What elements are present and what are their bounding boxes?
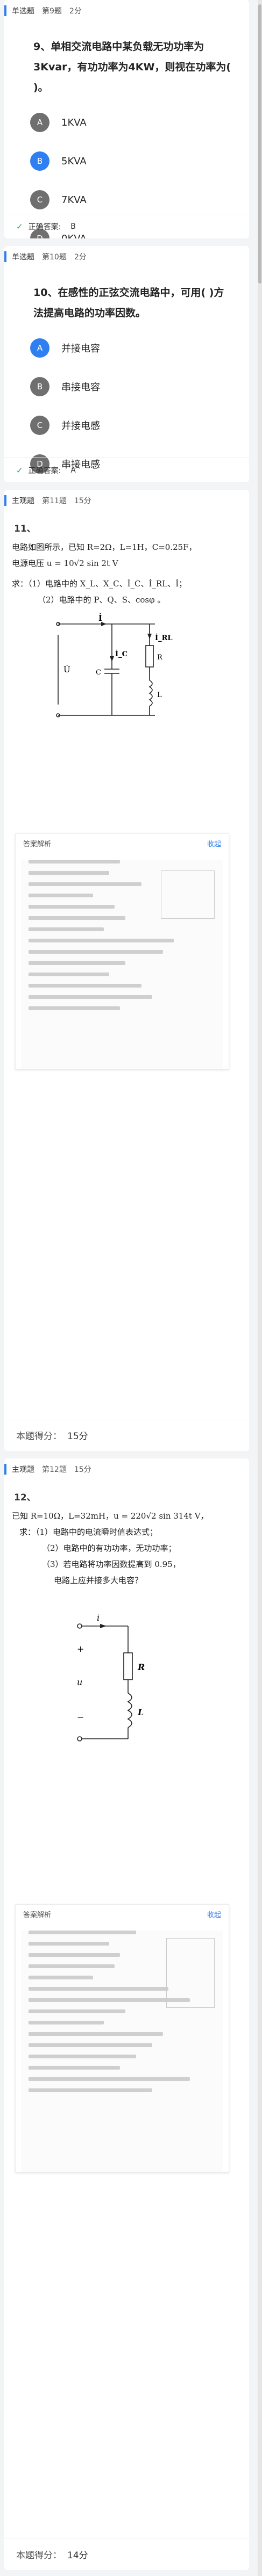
circuit-label-c: C: [96, 669, 101, 677]
question-card-12: 主观题 第12题 15分 12、 已知 R=10Ω，L=32mH，u = 220…: [4, 1458, 249, 2570]
option-c[interactable]: C 并接电感: [4, 406, 249, 445]
question-points: 15分: [74, 497, 91, 505]
source-voltage: 电源电压 u = 10√2 sin 2t V: [12, 558, 118, 568]
option-letter: A: [30, 113, 49, 132]
question-header: 主观题 第11题 15分: [4, 490, 249, 511]
option-text: 串接电容: [61, 382, 100, 393]
circuit-label-minus: −: [77, 1712, 84, 1722]
option-text: 1KVA: [61, 117, 87, 128]
circuit-label-ic: İ_C: [115, 650, 128, 658]
option-letter-selected: B: [30, 151, 49, 171]
circuit-label-l: L: [137, 1707, 144, 1717]
question-number: 第10题: [42, 253, 67, 262]
question-header: 单选题 第9题 2分: [4, 0, 249, 21]
task-2: （2）电路中的有功功率，无功功率；: [42, 1543, 176, 1553]
question-points: 2分: [69, 7, 82, 16]
analysis-header: 答案解析 收起: [16, 1905, 229, 1923]
circuit-label-i: İ: [98, 613, 102, 623]
question-type: 单选题: [12, 7, 34, 16]
scrollbar-thumb[interactable]: [258, 4, 261, 284]
circuit-label-i: i: [97, 1613, 100, 1623]
option-a[interactable]: A 并接电容: [4, 329, 249, 367]
question-type: 主观题: [12, 497, 34, 505]
answer-analysis-panel: 答案解析 收起: [15, 1904, 229, 2173]
correct-answer-label: 正确答案:: [28, 466, 61, 475]
question-points: 15分: [74, 1465, 91, 1474]
option-text: 7KVA: [61, 194, 87, 206]
analysis-mini-circuit: [166, 1938, 215, 2008]
circuit-label-irl: İ_RL: [155, 634, 173, 642]
collapse-link[interactable]: 收起: [207, 1909, 221, 1919]
option-text: 并接电容: [61, 343, 100, 354]
check-icon: ✓: [16, 465, 23, 475]
option-letter: C: [30, 416, 49, 435]
answer-analysis-panel: 答案解析 收起: [15, 833, 229, 1070]
circuit-label-r: R: [157, 654, 163, 662]
question-type: 主观题: [12, 1465, 34, 1474]
correct-answer-row: ✓ 正确答案: A: [4, 458, 249, 482]
question-number: 第11题: [42, 497, 67, 505]
option-a[interactable]: A 1KVA: [4, 103, 249, 142]
question-stem: 9、单相交流电路中某负载无功功率为3Kvar，有功功率为4KW，则视在功率为( …: [33, 41, 231, 93]
circuit-diagram: i + u − R L: [77, 1613, 145, 1741]
analysis-header: 答案解析 收起: [16, 834, 229, 852]
option-b[interactable]: B 5KVA: [4, 142, 249, 180]
option-letter: B: [30, 377, 49, 396]
score-label: 本题得分：: [16, 2550, 62, 2561]
option-b[interactable]: B 串接电容: [4, 367, 249, 406]
task-1: 求：（1）电路中的电流瞬时值表达式；: [19, 1527, 158, 1537]
question-number: 第12题: [42, 1465, 67, 1474]
question-card-10: 单选题 第10题 2分 10、在感性的正弦交流电路中，可用( )方法提高电路的功…: [4, 246, 249, 482]
question-header: 主观题 第12题 15分: [4, 1458, 249, 1480]
circuit-label-l: L: [157, 691, 162, 699]
score-label: 本题得分：: [16, 1431, 62, 1442]
task-3: （3）若电路将功率因数提高到 0.95，: [42, 1559, 181, 1569]
correct-answer-value: A: [70, 466, 76, 475]
analysis-title: 答案解析: [23, 1911, 52, 1919]
option-letter-selected: A: [30, 338, 49, 358]
task-1: 求：（1）电路中的 X_L、X_C、İ_C、İ_RL、İ；: [12, 579, 187, 589]
score-value: 15分: [67, 1431, 88, 1442]
analysis-solution-image: [21, 1931, 223, 2172]
score-row: 本题得分： 14分: [4, 2538, 249, 2570]
circuit-label-u: U̇: [63, 665, 70, 674]
question-header: 单选题 第10题 2分: [4, 246, 249, 267]
task-3-cont: 电路上应并接多大电容？: [54, 1576, 143, 1585]
question-card-9: 单选题 第9题 2分 9、单相交流电路中某负载无功功率为3Kvar，有功功率为4…: [4, 0, 249, 238]
given-values: 电路如图所示，已知 R=2Ω，L=1H，C=0.25F，: [12, 542, 197, 552]
correct-answer-row: ✓ 正确答案: B: [4, 214, 249, 238]
circuit-label-r: R: [137, 1662, 145, 1672]
score-row: 本题得分： 15分: [4, 1419, 249, 1451]
question-body: 电路如图所示，已知 R=2Ω，L=1H，C=0.25F， 电源电压 u = 10…: [12, 539, 243, 608]
analysis-title: 答案解析: [23, 840, 52, 848]
question-stem: 12、: [14, 1492, 36, 1503]
circuit-label-plus: +: [77, 1644, 84, 1654]
option-text: 并接电感: [61, 420, 100, 432]
question-body: 已知 R=10Ω，L=32mH，u = 220√2 sin 314t V， 求：…: [12, 1508, 243, 1588]
page-scrollbar[interactable]: [258, 0, 262, 2576]
question-type: 单选题: [12, 253, 34, 262]
collapse-link[interactable]: 收起: [207, 838, 221, 848]
circuit-diagram: İ U̇ İ_C İ_RL R L C: [56, 613, 173, 717]
question-card-11: 主观题 第11题 15分 11、 电路如图所示，已知 R=2Ω，L=1H，C=0…: [4, 490, 249, 1451]
circuit-label-u: u: [77, 1677, 82, 1687]
analysis-mini-circuit: [161, 870, 215, 919]
option-text: 5KVA: [61, 155, 87, 167]
check-icon: ✓: [16, 221, 23, 231]
analysis-solution-image: [21, 860, 223, 1069]
correct-answer-label: 正确答案:: [28, 222, 61, 231]
question-stem: 11、: [14, 524, 36, 534]
question-points: 2分: [74, 253, 87, 262]
option-letter: C: [30, 190, 49, 209]
question-number: 第9题: [42, 7, 62, 16]
task-2: （2）电路中的 P、Q、S、cosφ 。: [38, 595, 166, 605]
given-values: 已知 R=10Ω，L=32mH，u = 220√2 sin 314t V，: [12, 1511, 209, 1521]
question-stem: 10、在感性的正弦交流电路中，可用( )方法提高电路的功率因数。: [33, 287, 224, 319]
score-value: 14分: [67, 2550, 88, 2561]
correct-answer-value: B: [70, 222, 76, 231]
